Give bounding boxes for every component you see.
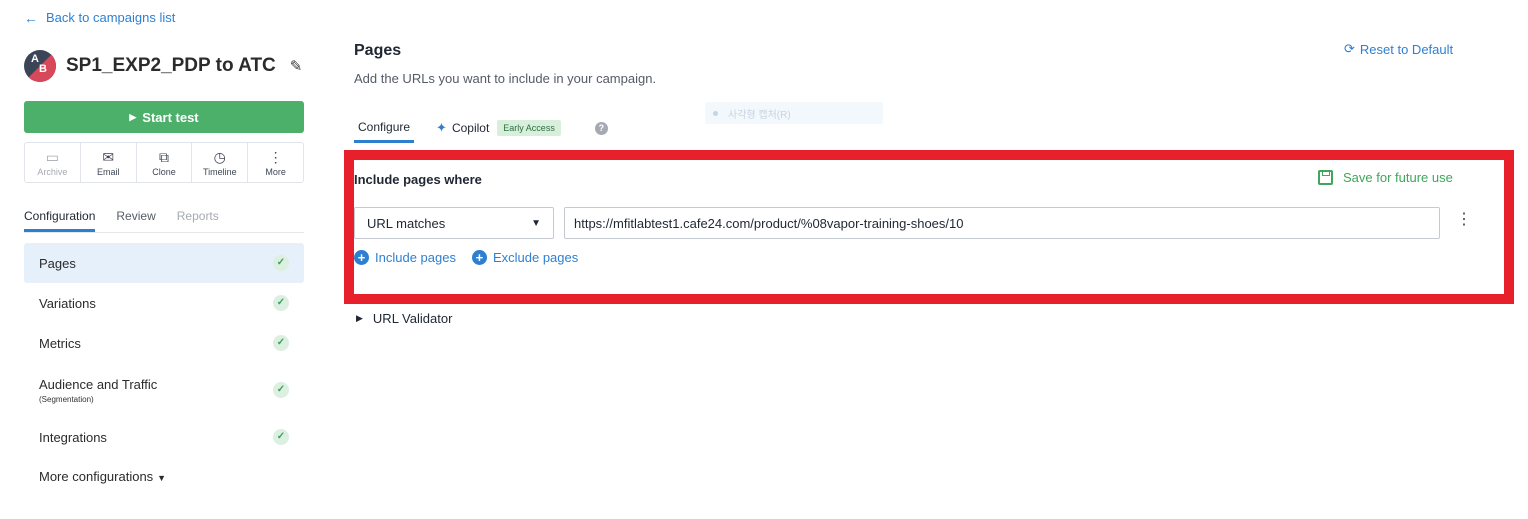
check-circle-icon: ✓ <box>273 382 289 398</box>
exclude-pages-label: Exclude pages <box>492 250 579 265</box>
check-circle-icon: ✓ <box>273 335 289 351</box>
more-configurations-toggle[interactable]: More configurations ▼ <box>39 469 166 484</box>
avatar-letter-b: B <box>39 63 47 75</box>
url-input-value: https://mfitlabtest1.cafe24.com/product/… <box>574 215 964 231</box>
url-input[interactable]: https://mfitlabtest1.cafe24.com/product/… <box>564 207 1440 239</box>
timeline-button[interactable]: ◷ Timeline <box>192 143 249 182</box>
early-access-badge: Early Access <box>497 120 561 136</box>
save-for-future-use-button[interactable]: Save for future use <box>1318 170 1453 185</box>
clone-label: Clone <box>152 166 176 177</box>
arrow-left-icon: ← <box>24 9 38 26</box>
sidebar-item-integrations[interactable]: Integrations ✓ <box>24 417 304 457</box>
capture-hint-text: 사각형 캡처(R) <box>728 109 791 121</box>
sidebar-item-label: Audience and Traffic <box>39 376 158 392</box>
dot-icon <box>713 110 718 116</box>
sidebar-item-variations[interactable]: Variations ✓ <box>24 283 304 323</box>
email-label: Email <box>96 166 120 177</box>
caret-right-icon: ▶ <box>356 313 363 323</box>
tab-copilot-label: Copilot <box>451 121 490 135</box>
include-pages-where-label: Include pages where <box>354 172 482 187</box>
clone-icon: ⧉ <box>158 148 169 165</box>
tab-configure-label: Configure <box>358 120 411 134</box>
save-future-label: Save for future use <box>1343 170 1453 185</box>
more-button[interactable]: ⋮ More <box>248 143 303 182</box>
archive-label: Archive <box>37 166 68 177</box>
save-icon <box>1318 170 1333 185</box>
match-type-value: URL matches <box>367 215 446 231</box>
page-title: Pages <box>354 42 402 59</box>
back-link-label: Back to campaigns list <box>46 10 176 25</box>
include-pages-label: Include pages <box>375 250 456 265</box>
more-configurations-label: More configurations <box>39 469 154 484</box>
caret-down-icon: ▼ <box>531 217 541 229</box>
app-root: ← Back to campaigns list A B SP1_EXP2_PD… <box>0 0 1528 519</box>
reset-to-default-button[interactable]: ⟳ Reset to Default <box>1344 41 1453 57</box>
campaign-title-row: A B SP1_EXP2_PDP to ATC ✎ <box>24 50 302 82</box>
include-pages-button[interactable]: + Include pages <box>354 250 456 265</box>
start-test-label: Start test <box>142 109 199 125</box>
check-circle-icon: ✓ <box>273 295 289 311</box>
help-icon[interactable]: ? <box>594 122 608 135</box>
check-circle-icon: ✓ <box>273 255 289 271</box>
tab-configure[interactable]: Configure <box>354 117 415 143</box>
campaign-actions-bar: ▭ Archive ✉ Email ⧉ Clone ◷ Timeline ⋮ M… <box>24 142 304 183</box>
timeline-label: Timeline <box>202 166 237 177</box>
exclude-pages-button[interactable]: + Exclude pages <box>471 250 579 265</box>
capture-overlay-hint: 사각형 캡처(R) <box>705 102 883 124</box>
url-validator-label: URL Validator <box>372 311 453 326</box>
tab-review[interactable]: Review <box>116 209 155 232</box>
page-tabs: Configure ✦ Copilot Early Access ? <box>354 117 608 145</box>
page-subtitle: Add the URLs you want to include in your… <box>354 71 657 86</box>
url-match-type-select[interactable]: URL matches ▼ <box>354 207 554 239</box>
url-validator-toggle[interactable]: ▶ URL Validator <box>356 311 452 326</box>
caret-down-icon: ▼ <box>157 473 167 483</box>
sidebar-item-sublabel: (Segmentation) <box>39 394 94 404</box>
sidebar-item-label: Variations <box>39 295 96 311</box>
play-icon: ▶ <box>129 111 137 122</box>
plus-circle-icon: + <box>471 250 487 265</box>
sidebar-item-metrics[interactable]: Metrics ✓ <box>24 323 304 363</box>
archive-button[interactable]: ▭ Archive <box>25 143 81 182</box>
start-test-button[interactable]: ▶ Start test <box>24 101 304 133</box>
edit-pencil-icon[interactable]: ✎ <box>290 57 303 75</box>
more-icon: ⋮ <box>268 148 283 165</box>
reset-label: Reset to Default <box>1359 41 1454 57</box>
sidebar-item-label: Metrics <box>39 335 81 351</box>
ab-test-avatar: A B <box>24 50 56 82</box>
email-icon: ✉ <box>102 148 115 165</box>
sidebar-item-pages[interactable]: Pages ✓ <box>24 243 304 283</box>
condition-more-icon[interactable]: ⋮ <box>1456 212 1472 228</box>
tab-configuration[interactable]: Configuration <box>24 209 96 232</box>
clone-button[interactable]: ⧉ Clone <box>137 143 193 182</box>
sparkle-icon: ✦ <box>436 120 447 135</box>
sidebar-item-audience-traffic[interactable]: Audience and Traffic (Segmentation) ✓ <box>24 363 304 417</box>
reset-icon: ⟳ <box>1344 41 1355 56</box>
archive-icon: ▭ <box>45 148 60 165</box>
check-circle-icon: ✓ <box>273 429 289 445</box>
sidebar-item-label: Pages <box>39 255 76 271</box>
email-button[interactable]: ✉ Email <box>81 143 137 182</box>
add-condition-links: + Include pages + Exclude pages <box>354 250 578 265</box>
sidebar-item-label: Integrations <box>39 429 107 445</box>
sidebar-tabs: Configuration Review Reports <box>24 209 304 233</box>
tab-copilot[interactable]: ✦ Copilot Early Access <box>432 117 565 145</box>
sidebar-nav: Pages ✓ Variations ✓ Metrics ✓ Audience … <box>24 243 304 457</box>
tab-reports[interactable]: Reports <box>177 209 219 232</box>
more-label: More <box>265 166 286 177</box>
timeline-icon: ◷ <box>213 148 226 165</box>
avatar-letter-a: A <box>31 53 39 65</box>
plus-circle-icon: + <box>354 250 369 265</box>
back-to-campaigns-link[interactable]: ← Back to campaigns list <box>24 10 175 25</box>
campaign-name: SP1_EXP2_PDP to ATC <box>66 55 276 76</box>
